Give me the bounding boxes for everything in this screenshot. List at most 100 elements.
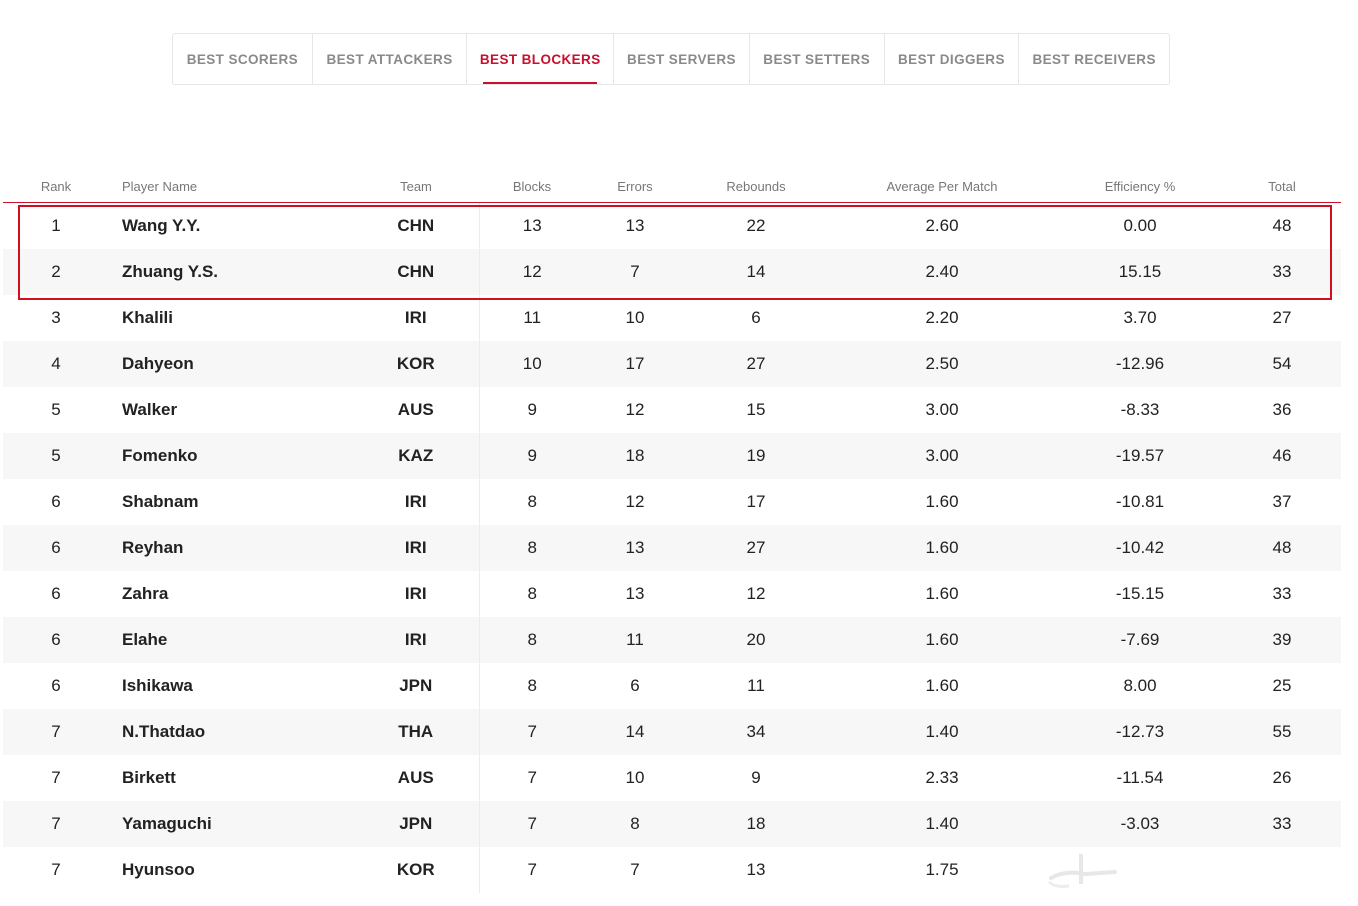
tab-label: BEST BLOCKERS [479,51,601,67]
table-row[interactable]: 6 Reyhan IRI 8 13 27 1.60 -10.42 48 [3,525,1341,571]
cell-player[interactable]: Shabnam [109,479,353,525]
cell-blocks: 11 [478,295,585,341]
cell-blocks: 8 [478,571,585,617]
table-row[interactable]: 7 Hyunsoo KOR 7 7 13 1.75 [3,847,1341,893]
cell-avg: 2.33 [827,755,1057,801]
cell-rank: 4 [3,341,109,387]
cell-total: 25 [1223,663,1341,709]
col-avg-header[interactable]: Average Per Match [827,170,1057,203]
cell-errors: 13 [585,525,685,571]
cell-team: JPN [353,801,479,847]
table-row[interactable]: 6 Elahe IRI 8 11 20 1.60 -7.69 39 [3,617,1341,663]
cell-blocks: 7 [478,709,585,755]
blockers-table-wrap: Rank Player Name Team Blocks Errors Rebo… [3,170,1341,893]
table-row[interactable]: 3 Khalili IRI 11 10 6 2.20 3.70 27 [3,295,1341,341]
cell-player[interactable]: Fomenko [109,433,353,479]
col-player-header[interactable]: Player Name [109,170,353,203]
cell-blocks: 13 [478,202,585,249]
tab-label: BEST DIGGERS [898,51,1005,67]
table-row[interactable]: 4 Dahyeon KOR 10 17 27 2.50 -12.96 54 [3,341,1341,387]
cell-team: CHN [353,202,479,249]
cell-errors: 7 [585,847,685,893]
cell-rank: 6 [3,663,109,709]
cell-player[interactable]: Reyhan [109,525,353,571]
table-row[interactable]: 7 Birkett AUS 7 10 9 2.33 -11.54 26 [3,755,1341,801]
table-row[interactable]: 2 Zhuang Y.S. CHN 12 7 14 2.40 15.15 33 [3,249,1341,295]
col-total-header[interactable]: Total [1223,170,1341,203]
cell-errors: 8 [585,801,685,847]
col-rank-header[interactable]: Rank [3,170,109,203]
table-row[interactable]: 6 Shabnam IRI 8 12 17 1.60 -10.81 37 [3,479,1341,525]
cell-blocks: 10 [478,341,585,387]
cell-rank: 7 [3,801,109,847]
cell-team: IRI [353,617,479,663]
cell-efficiency: -10.42 [1057,525,1223,571]
cell-team: AUS [353,387,479,433]
cell-blocks: 8 [478,479,585,525]
cell-rebounds: 22 [685,202,827,249]
cell-avg: 2.60 [827,202,1057,249]
cell-player[interactable]: Elahe [109,617,353,663]
table-row[interactable]: 7 N.Thatdao THA 7 14 34 1.40 -12.73 55 [3,709,1341,755]
cell-errors: 11 [585,617,685,663]
blockers-table: Rank Player Name Team Blocks Errors Rebo… [3,170,1341,893]
col-efficiency-header[interactable]: Efficiency % [1057,170,1223,203]
col-team-header[interactable]: Team [353,170,479,203]
cell-blocks: 7 [478,801,585,847]
cell-player[interactable]: Wang Y.Y. [109,202,353,249]
table-row[interactable]: 1 Wang Y.Y. CHN 13 13 22 2.60 0.00 48 [3,202,1341,249]
cell-avg: 1.60 [827,479,1057,525]
cell-player[interactable]: Yamaguchi [109,801,353,847]
tab-best-blockers[interactable]: BEST BLOCKERS [467,34,615,84]
cell-player[interactable]: Zahra [109,571,353,617]
cell-player[interactable]: Dahyeon [109,341,353,387]
cell-player[interactable]: Zhuang Y.S. [109,249,353,295]
cell-rank: 5 [3,387,109,433]
cell-player[interactable]: Khalili [109,295,353,341]
cell-efficiency: 0.00 [1057,202,1223,249]
cell-player[interactable]: Walker [109,387,353,433]
cell-blocks: 7 [478,755,585,801]
table-row[interactable]: 6 Ishikawa JPN 8 6 11 1.60 8.00 25 [3,663,1341,709]
cell-efficiency: -10.81 [1057,479,1223,525]
cell-total: 48 [1223,202,1341,249]
cell-rebounds: 15 [685,387,827,433]
table-row[interactable]: 5 Walker AUS 9 12 15 3.00 -8.33 36 [3,387,1341,433]
cell-player[interactable]: Ishikawa [109,663,353,709]
cell-efficiency: 8.00 [1057,663,1223,709]
col-rebounds-header[interactable]: Rebounds [685,170,827,203]
cell-total: 54 [1223,341,1341,387]
col-errors-header[interactable]: Errors [585,170,685,203]
cell-player[interactable]: N.Thatdao [109,709,353,755]
cell-player[interactable]: Birkett [109,755,353,801]
col-blocks-header[interactable]: Blocks [479,170,585,203]
tab-best-setters[interactable]: BEST SETTERS [750,34,885,84]
tab-best-attackers[interactable]: BEST ATTACKERS [313,34,468,84]
cell-rebounds: 34 [685,709,827,755]
cell-errors: 13 [585,571,685,617]
tab-best-receivers[interactable]: BEST RECEIVERS [1019,34,1169,84]
cell-blocks: 8 [478,617,585,663]
page: BEST SCORERS BEST ATTACKERS BEST BLOCKERS B… [0,0,1358,906]
cell-avg: 1.60 [827,617,1057,663]
cell-rebounds: 14 [685,249,827,295]
cell-rank: 6 [3,617,109,663]
cell-rebounds: 12 [685,571,827,617]
cell-rebounds: 13 [685,847,827,893]
tab-best-servers[interactable]: BEST SERVERS [614,34,750,84]
cell-rebounds: 17 [685,479,827,525]
cell-total: 26 [1223,755,1341,801]
tab-label: BEST ATTACKERS [326,51,453,67]
tab-best-scorers[interactable]: BEST SCORERS [173,34,313,84]
table-row[interactable]: 6 Zahra IRI 8 13 12 1.60 -15.15 33 [3,571,1341,617]
cell-efficiency: -11.54 [1057,755,1223,801]
cell-total: 36 [1223,387,1341,433]
cell-efficiency: 3.70 [1057,295,1223,341]
table-row[interactable]: 5 Fomenko KAZ 9 18 19 3.00 -19.57 46 [3,433,1341,479]
cell-team: KOR [353,847,479,893]
cell-player[interactable]: Hyunsoo [109,847,353,893]
cell-errors: 12 [585,387,685,433]
tab-best-diggers[interactable]: BEST DIGGERS [885,34,1020,84]
table-row[interactable]: 7 Yamaguchi JPN 7 8 18 1.40 -3.03 33 [3,801,1341,847]
table-body: 1 Wang Y.Y. CHN 13 13 22 2.60 0.00 48 2 Zhuang Y.S… [3,202,1341,893]
